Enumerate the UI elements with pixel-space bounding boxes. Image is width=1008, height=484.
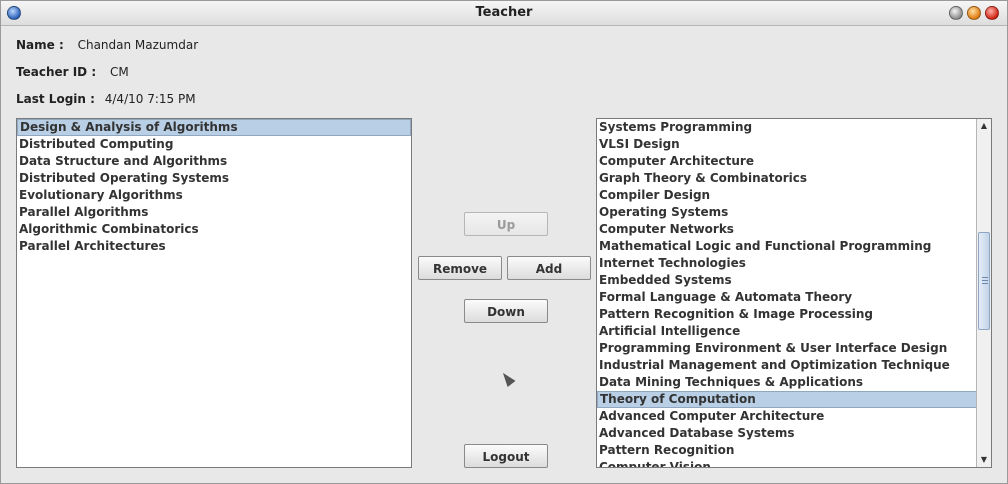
teacher-window: Teacher Name : Chandan Mazumdar Teacher … xyxy=(0,0,1008,484)
maximize-icon[interactable] xyxy=(967,6,981,20)
list-item[interactable]: Advanced Computer Architecture xyxy=(597,408,991,425)
name-label: Name : xyxy=(16,38,64,52)
scrollbar-thumb[interactable] xyxy=(978,232,990,330)
down-button[interactable]: Down xyxy=(464,299,548,323)
name-row: Name : Chandan Mazumdar xyxy=(16,38,198,52)
list-item[interactable]: Programming Environment & User Interface… xyxy=(597,340,991,357)
list-item[interactable]: Pattern Recognition & Image Processing xyxy=(597,306,991,323)
list-item[interactable]: Computer Networks xyxy=(597,221,991,238)
scroll-down-arrow-icon[interactable]: ▼ xyxy=(977,453,991,467)
available-courses-items: Systems Programming VLSI Design Computer A… xyxy=(597,119,991,467)
list-item[interactable]: Computer Architecture xyxy=(597,153,991,170)
title-bar: Teacher xyxy=(1,1,1007,26)
mouse-cursor-icon xyxy=(499,369,516,388)
list-item[interactable]: Parallel Architectures xyxy=(17,238,411,255)
list-item[interactable]: Systems Programming xyxy=(597,119,991,136)
list-item[interactable]: Formal Language & Automata Theory xyxy=(597,289,991,306)
teacher-id-row: Teacher ID : CM xyxy=(16,65,129,79)
minimize-icon[interactable] xyxy=(949,6,963,20)
teacher-id-value: CM xyxy=(109,65,129,79)
last-login-label: Last Login : xyxy=(16,92,95,106)
teacher-id-label: Teacher ID : xyxy=(16,65,97,79)
list-item[interactable]: VLSI Design xyxy=(597,136,991,153)
last-login-value: 4/4/10 7:15 PM xyxy=(104,92,196,106)
list-item[interactable]: Artificial Intelligence xyxy=(597,323,991,340)
last-login-row: Last Login : 4/4/10 7:15 PM xyxy=(16,92,196,106)
available-courses-list[interactable]: Systems Programming VLSI Design Computer A… xyxy=(596,118,992,468)
vertical-scrollbar[interactable]: ▲ ▼ xyxy=(976,119,991,467)
close-icon[interactable] xyxy=(985,6,999,20)
list-item[interactable]: Industrial Management and Optimization T… xyxy=(597,357,991,374)
list-item[interactable]: Evolutionary Algorithms xyxy=(17,187,411,204)
remove-button[interactable]: Remove xyxy=(418,256,502,280)
list-item[interactable]: Design & Analysis of Algorithms xyxy=(17,119,411,136)
window-title: Teacher xyxy=(475,5,533,20)
list-item[interactable]: Data Mining Techniques & Applications xyxy=(597,374,991,391)
list-item[interactable]: Theory of Computation xyxy=(597,391,991,408)
assigned-courses-list[interactable]: Design & Analysis of Algorithms Distribut… xyxy=(16,118,412,468)
list-item[interactable]: Compiler Design xyxy=(597,187,991,204)
list-item[interactable]: Parallel Algorithms xyxy=(17,204,411,221)
list-item[interactable]: Internet Technologies xyxy=(597,255,991,272)
list-item[interactable]: Pattern Recognition xyxy=(597,442,991,459)
list-item[interactable]: Distributed Computing xyxy=(17,136,411,153)
name-value: Chandan Mazumdar xyxy=(77,38,199,52)
list-item[interactable]: Advanced Database Systems xyxy=(597,425,991,442)
add-button[interactable]: Add xyxy=(507,256,591,280)
scroll-up-arrow-icon[interactable]: ▲ xyxy=(977,119,991,133)
list-item[interactable]: Algorithmic Combinatorics xyxy=(17,221,411,238)
list-item[interactable]: Distributed Operating Systems xyxy=(17,170,411,187)
logout-button[interactable]: Logout xyxy=(464,444,548,468)
list-item[interactable]: Mathematical Logic and Functional Progra… xyxy=(597,238,991,255)
up-button[interactable]: Up xyxy=(464,212,548,236)
list-item[interactable]: Data Structure and Algorithms xyxy=(17,153,411,170)
grip-icon xyxy=(982,277,988,284)
list-item[interactable]: Operating Systems xyxy=(597,204,991,221)
list-item[interactable]: Computer Vision xyxy=(597,459,991,467)
list-item[interactable]: Embedded Systems xyxy=(597,272,991,289)
list-item[interactable]: Graph Theory & Combinatorics xyxy=(597,170,991,187)
